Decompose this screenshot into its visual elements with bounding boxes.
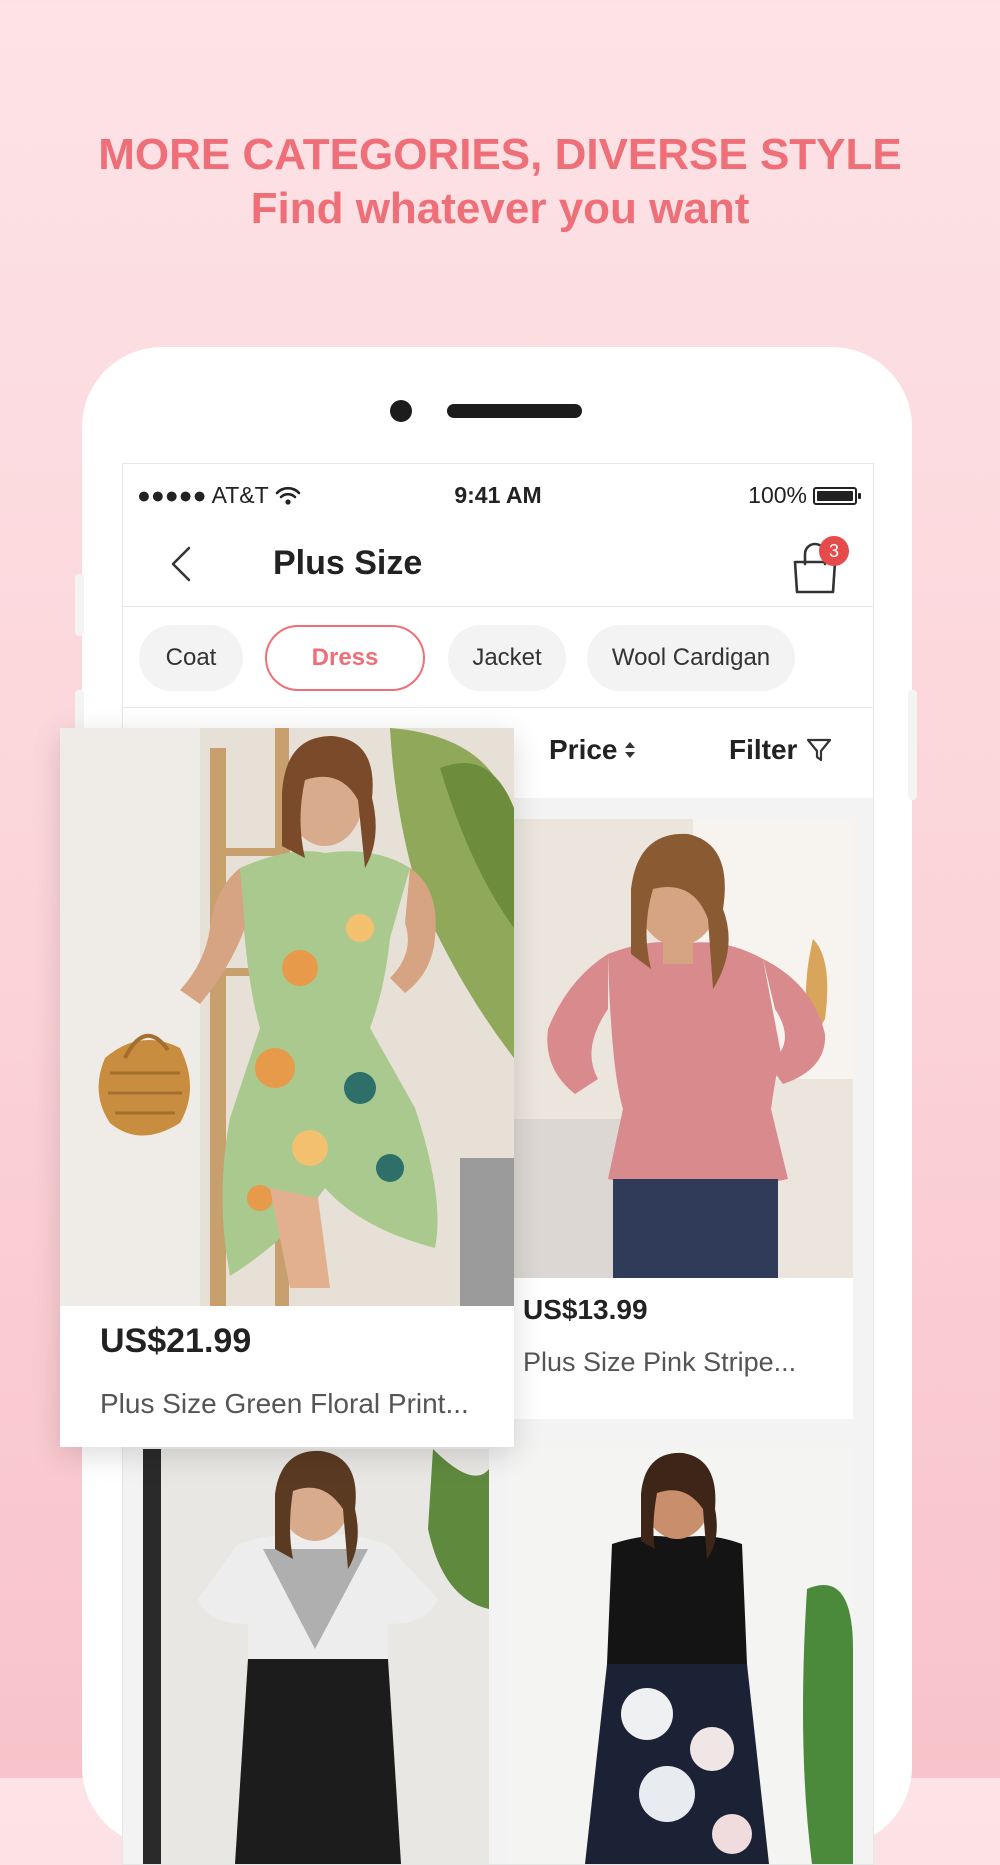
filter-button[interactable]: Filter xyxy=(729,734,833,766)
category-chip-coat[interactable]: Coat xyxy=(139,625,243,691)
funnel-icon xyxy=(807,738,832,762)
product-card[interactable] xyxy=(143,1449,489,1864)
featured-product-card[interactable]: US$21.99 Plus Size Green Floral Print... xyxy=(60,728,514,1447)
category-chip-dress[interactable]: Dress xyxy=(265,625,425,691)
page-title: Plus Size xyxy=(273,544,423,582)
status-bar: ●●●●● AT&T 9:41 AM 100% xyxy=(123,464,873,524)
category-chip-jacket[interactable]: Jacket xyxy=(448,625,566,691)
product-image xyxy=(60,728,514,1306)
product-name: Plus Size Green Floral Print... xyxy=(100,1388,469,1419)
headline-line-1: MORE CATEGORIES, DIVERSE STYLE xyxy=(98,130,902,179)
cart-button[interactable]: 3 xyxy=(787,536,849,596)
back-button[interactable] xyxy=(161,542,205,586)
battery-icon xyxy=(813,486,861,505)
filter-label: Filter xyxy=(729,734,798,765)
product-card[interactable]: US$13.99 Plus Size Pink Stripe... xyxy=(513,819,853,1419)
product-price: US$21.99 xyxy=(100,1322,252,1360)
promo-headline: MORE CATEGORIES, DIVERSE STYLE Find what… xyxy=(0,128,1000,236)
sort-arrows-icon xyxy=(624,742,635,758)
sort-price-label: Price xyxy=(549,734,618,765)
sort-price-button[interactable]: Price xyxy=(549,734,636,766)
battery-percent: 100% xyxy=(748,482,807,508)
cart-count-badge: 3 xyxy=(819,536,849,566)
product-image xyxy=(513,819,853,1278)
phone-side-button xyxy=(908,690,917,800)
product-name: Plus Size Pink Stripe... xyxy=(523,1347,797,1377)
battery-status: 100% xyxy=(748,482,861,509)
product-image xyxy=(143,1449,489,1864)
chevron-left-icon xyxy=(171,546,191,582)
nav-bar: Plus Size 3 xyxy=(123,524,873,607)
product-image xyxy=(507,1449,853,1864)
phone-speaker xyxy=(447,404,582,418)
product-price: US$13.99 xyxy=(523,1294,648,1325)
category-chips: Coat Dress Jacket Wool Cardigan xyxy=(123,607,873,708)
headline-line-2: Find whatever you want xyxy=(250,184,750,233)
product-card[interactable] xyxy=(507,1449,853,1864)
phone-camera xyxy=(390,400,412,422)
category-chip-wool-cardigan[interactable]: Wool Cardigan xyxy=(587,625,795,691)
phone-side-button xyxy=(75,574,84,636)
